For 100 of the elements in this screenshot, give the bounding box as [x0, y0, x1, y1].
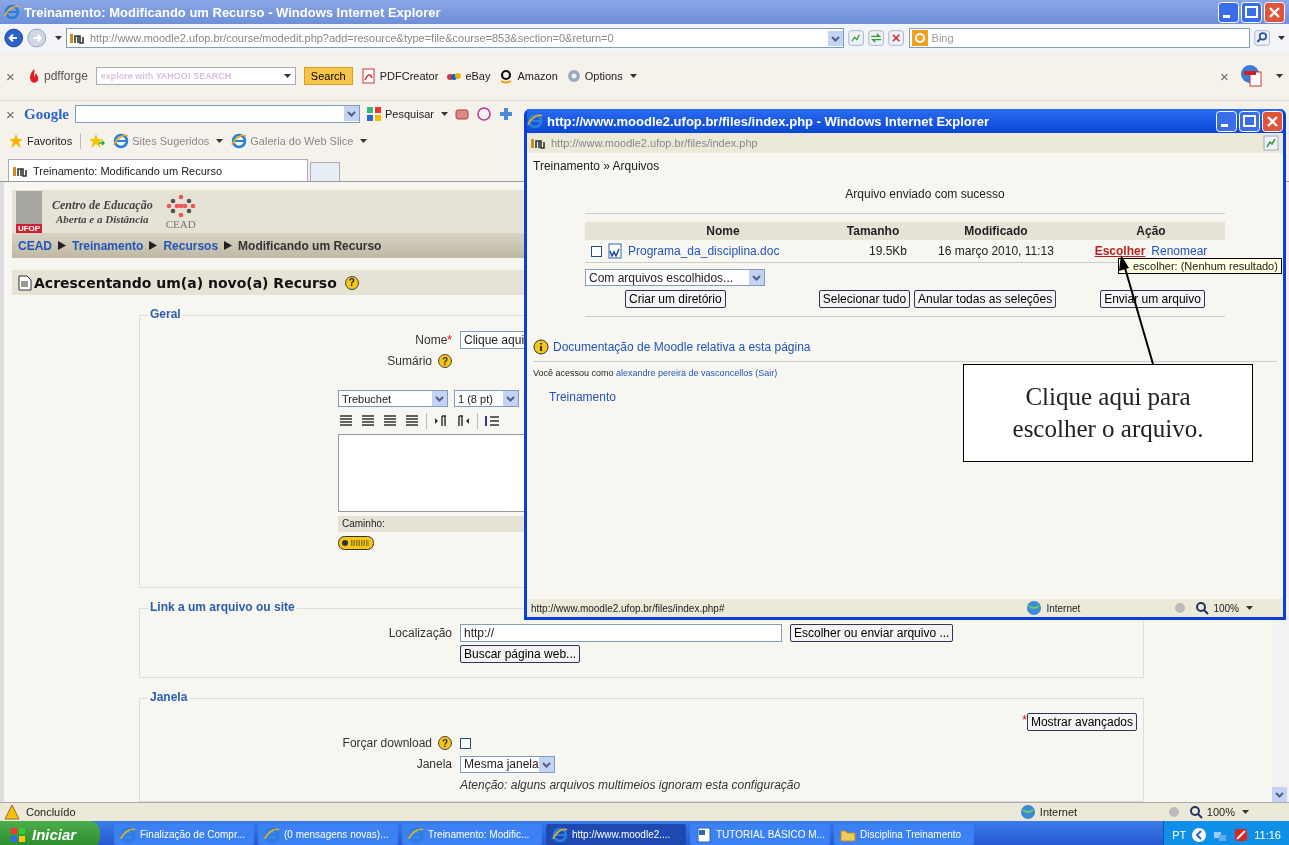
- add-favorite-icon[interactable]: [89, 133, 106, 149]
- address-bar[interactable]: http://www.moodle2.ufop.br/course/modedit.php?add=resource&type=file&course=853&section=0&return=0: [65, 28, 844, 48]
- action-button[interactable]: Anular todas as seleções: [914, 290, 1057, 308]
- taskbar-item[interactable]: Finalização de Compr...: [114, 824, 254, 845]
- caret-icon: [216, 139, 224, 143]
- caret-icon: [440, 112, 448, 116]
- close-toolbar-button[interactable]: ×: [6, 105, 18, 123]
- field-label: Nome: [415, 333, 448, 348]
- logo-subtitle: Aberta e a Distância: [56, 213, 149, 226]
- table-cell-text: 19.5Kb: [867, 244, 908, 258]
- maximize-button[interactable]: [1239, 110, 1260, 132]
- keyboard-help-icon[interactable]: [338, 535, 374, 550]
- taskbar-item[interactable]: (0 mensagens novas)...: [258, 824, 398, 845]
- search-web-button[interactable]: Buscar página web...: [460, 645, 581, 664]
- action-button[interactable]: Selecionar tudo: [818, 290, 911, 308]
- shield-icon[interactable]: [1233, 826, 1250, 843]
- search-field[interactable]: [75, 105, 360, 123]
- caret-icon: [629, 74, 637, 78]
- action-button[interactable]: Criar um diretório: [625, 290, 726, 308]
- ie-icon: [113, 133, 130, 149]
- search-button[interactable]: [1253, 28, 1270, 48]
- close-toolbar-button[interactable]: ×: [1220, 67, 1232, 85]
- info-icon: [533, 339, 549, 355]
- path-label: Caminho:: [342, 518, 385, 530]
- refresh-button[interactable]: [868, 28, 885, 48]
- ie-icon: [4, 4, 20, 20]
- advanced-mark: *: [1022, 712, 1027, 727]
- help-icon[interactable]: ?: [438, 736, 452, 751]
- circle-logo-icon[interactable]: [475, 106, 492, 122]
- compatibility-icon[interactable]: [847, 28, 865, 48]
- search-button[interactable]: Search: [303, 67, 353, 85]
- bulk-action-select[interactable]: Com arquivos escolhidos...: [585, 269, 765, 286]
- maximize-button[interactable]: [1241, 1, 1262, 23]
- location-field[interactable]: http://: [460, 624, 782, 643]
- favorites-button[interactable]: Favoritos: [8, 133, 73, 149]
- window-select[interactable]: Mesma janela: [460, 755, 555, 773]
- magnifier-icon: [1194, 600, 1211, 616]
- ie-icon: [120, 826, 136, 843]
- zoom-button[interactable]: 100%: [1187, 804, 1249, 820]
- taskbar-item[interactable]: Treinamento: Modific...: [402, 824, 542, 845]
- breadcrumb-link[interactable]: Recursos: [163, 238, 219, 253]
- stop-button[interactable]: [888, 28, 905, 48]
- compatibility-icon[interactable]: [1263, 135, 1279, 151]
- help-icon[interactable]: ?: [344, 275, 359, 290]
- start-button[interactable]: Iniciar: [0, 821, 100, 845]
- help-icon[interactable]: ?: [438, 354, 452, 369]
- action-link[interactable]: Renomear: [1151, 244, 1208, 258]
- globe-icon: [1019, 804, 1036, 820]
- align-icon[interactable]: [360, 412, 376, 429]
- logout-link[interactable]: (Sair): [755, 368, 778, 378]
- table-cell-text: 16 março 2010, 11:13: [937, 244, 1055, 258]
- show-advanced-button[interactable]: Mostrar avançados: [1026, 712, 1137, 731]
- download-checkbox[interactable]: [460, 737, 471, 749]
- back-button[interactable]: [4, 26, 24, 50]
- ie-icon: [231, 133, 248, 149]
- user-link[interactable]: alexandre pereira de vasconcellos: [616, 368, 753, 378]
- toolbar-link[interactable]: eBay: [446, 68, 491, 84]
- align-icon[interactable]: [338, 412, 354, 429]
- row-checkbox[interactable]: [590, 245, 602, 257]
- plus-icon[interactable]: [497, 106, 514, 122]
- taskbar-item[interactable]: Disciplina Treinamento: [834, 824, 974, 845]
- text-direction-icon[interactable]: [433, 412, 449, 429]
- search-button[interactable]: Pesquisar: [366, 106, 448, 122]
- caret-icon: [283, 74, 291, 78]
- logo-title: Centro de Educação: [52, 198, 153, 214]
- toolbar-link[interactable]: Amazon: [498, 68, 558, 84]
- align-icon[interactable]: [382, 412, 398, 429]
- font-select[interactable]: Trebuchet: [338, 390, 448, 408]
- action-link[interactable]: Escolher: [1094, 244, 1146, 258]
- word-document-icon: [607, 243, 623, 259]
- squares-icon: [366, 106, 382, 122]
- breadcrumb-link[interactable]: CEAD: [18, 238, 52, 253]
- column-header: Modificado: [963, 224, 1029, 238]
- callout-box: Clique aqui para escolher o arquivo.: [963, 364, 1253, 462]
- close-button[interactable]: [1262, 110, 1283, 132]
- note-text: Atenção: alguns arquivos multimeios ignoram esta configuração: [460, 778, 801, 793]
- minimize-button[interactable]: [1218, 1, 1239, 23]
- text-direction-icon[interactable]: [455, 412, 471, 429]
- magnifier-icon: [1187, 804, 1204, 820]
- minimize-button[interactable]: [1216, 110, 1237, 132]
- google-logo: Google: [24, 105, 69, 123]
- align-icon[interactable]: [404, 412, 420, 429]
- zoom-button[interactable]: 100%: [1194, 600, 1253, 616]
- file-link[interactable]: Programa_da_disciplina.doc: [628, 244, 780, 258]
- close-toolbar-button[interactable]: ×: [6, 67, 18, 85]
- browser-tab[interactable]: Treinamento: Modificando um Recurso: [8, 159, 308, 181]
- taskbar-item[interactable]: TUTORIAL BÁSICO M...: [690, 824, 830, 845]
- size-select[interactable]: 1 (8 pt): [454, 390, 519, 408]
- status-text: http://www.moodle2.ufop.br/files/index.php#: [531, 602, 725, 614]
- logo-badge: UFOP: [16, 223, 42, 233]
- toolbar-link[interactable]: Options: [565, 68, 637, 84]
- globe-icon: [1026, 600, 1043, 616]
- ie-icon: [552, 826, 568, 843]
- choose-file-button[interactable]: Escolher ou enviar arquivo ...: [790, 624, 954, 643]
- taskbar-item[interactable]: http://www.moodle2....: [546, 824, 686, 845]
- course-link[interactable]: Treinamento: [549, 390, 616, 404]
- pdf-globe-icon[interactable]: [1240, 64, 1264, 88]
- breadcrumb-link[interactable]: Treinamento: [72, 238, 144, 253]
- toolbar-link[interactable]: PDFCreator: [360, 68, 439, 84]
- close-button[interactable]: [1264, 1, 1285, 23]
